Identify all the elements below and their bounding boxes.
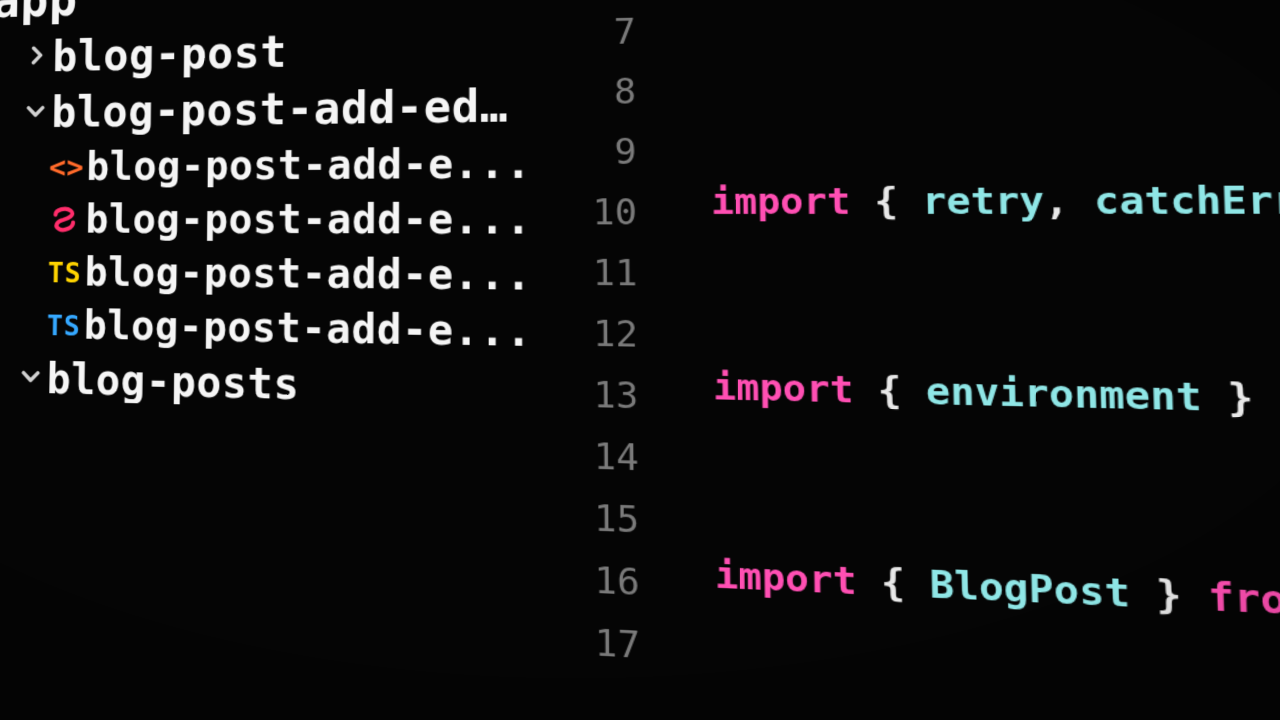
code-editor[interactable]: vable, throwError import { retry, catchE… [663, 0, 1280, 720]
code-token: retry [922, 170, 1045, 234]
code-keyword: import [715, 544, 858, 614]
chevron-down-icon [14, 363, 47, 396]
code-token: environment [925, 360, 1202, 431]
chevron-down-icon [19, 98, 51, 130]
line-number: 16 [536, 548, 640, 615]
ts-spec-icon: TS [45, 258, 85, 287]
code-keyword: import [711, 171, 851, 233]
code-token: BlogPost [929, 553, 1131, 628]
line-number: 7 [535, 2, 636, 64]
code-punct: { [850, 171, 923, 234]
file-html[interactable]: <> blog-post-add-e... [0, 137, 535, 194]
folder-blog-post[interactable]: blog-post [0, 18, 535, 87]
line-number: 12 [536, 303, 639, 366]
scss-icon [45, 205, 85, 236]
line-number: 9 [535, 122, 637, 183]
line-number: 17 [536, 609, 640, 677]
code-token: catchError [1093, 168, 1280, 234]
line-number: 15 [536, 486, 639, 552]
file-explorer: src app blog-post blog-post-add-edit <> … [0, 0, 538, 720]
folder-blog-post-add-edit[interactable]: blog-post-add-edit [0, 77, 535, 142]
html-icon: <> [46, 152, 86, 183]
line-number-gutter: 5 6 7 8 9 10 11 12 13 14 15 16 17 [534, 0, 672, 720]
code-keyword: import [713, 356, 854, 422]
line-number: 11 [535, 243, 637, 304]
chevron-right-icon [20, 42, 52, 74]
line-number: 14 [536, 425, 639, 490]
line-number: 10 [535, 183, 637, 244]
file-ts[interactable]: TS blog-post-add-e... [0, 298, 536, 361]
line-number: 8 [535, 62, 637, 123]
line-number: 13 [536, 364, 639, 428]
code-keyword: from [1207, 564, 1280, 638]
file-scss[interactable]: blog-post-add-e... [0, 193, 535, 249]
ts-icon: TS [44, 311, 84, 340]
code-fragment [894, 0, 1280, 46]
folder-blog-posts[interactable]: blog-posts [0, 351, 536, 420]
file-ts-spec[interactable]: TS blog-post-add-e... [0, 246, 536, 305]
